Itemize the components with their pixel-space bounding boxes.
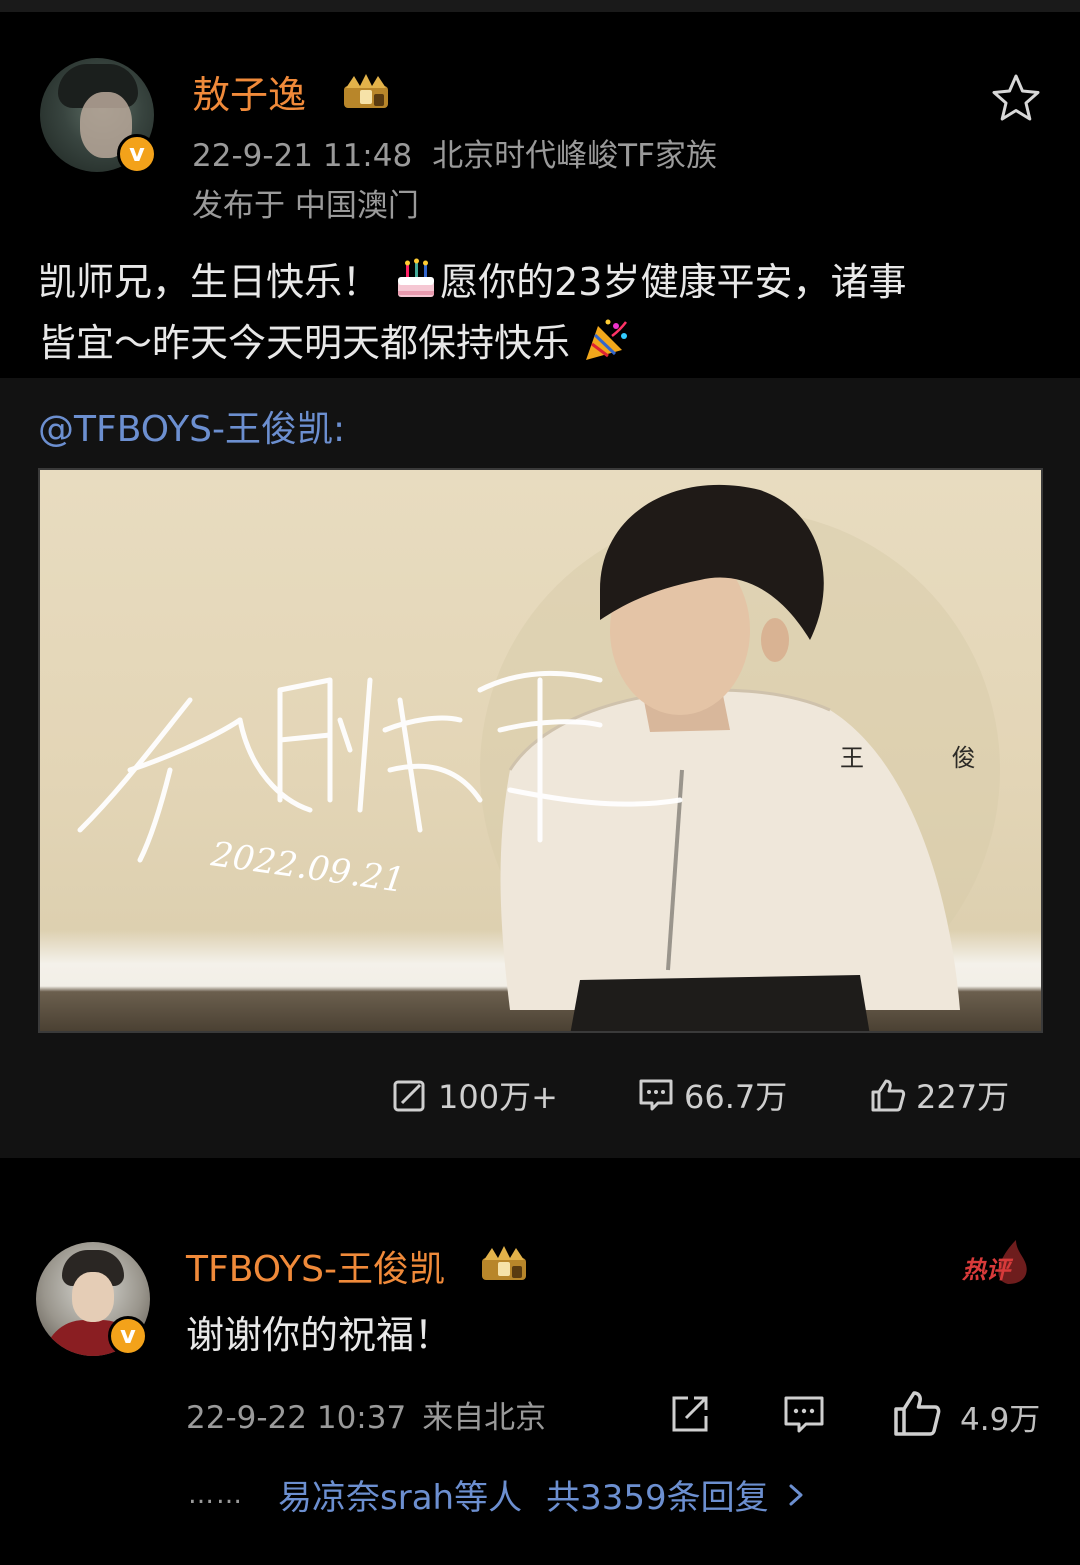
like-button[interactable]: 227万 <box>870 1070 1009 1120</box>
post-text-part3: 皆宜～昨天今天明天都保持快乐 <box>38 321 571 365</box>
hot-comment-badge: 热评 <box>962 1256 1010 1284</box>
comment-like-count: 4.9万 <box>960 1402 1041 1438</box>
comment-icon <box>639 1079 673 1111</box>
comment-count: 66.7万 <box>684 1078 788 1116</box>
verified-icon: v <box>117 134 157 174</box>
status-bar <box>0 0 1080 12</box>
comment-button[interactable]: 66.7万 <box>638 1070 787 1120</box>
party-popper-emoji <box>586 319 628 360</box>
thumbs-up-icon <box>871 1079 906 1112</box>
star-icon[interactable] <box>990 72 1042 124</box>
comment-timestamp: 22-9-22 10:37 <box>186 1400 407 1436</box>
share-icon[interactable] <box>668 1392 712 1436</box>
image-date: 2022.09.21 <box>208 834 407 901</box>
repost-icon <box>393 1080 425 1112</box>
hot-comment: v TFBOYS-王俊凯 热评 谢谢你的祝福！ 22-9-22 10:37 来自北… <box>0 1158 1080 1565</box>
post-meta: 22-9-21 11:48 北京时代峰峻TF家族 <box>192 130 717 175</box>
comment-meta: 22-9-22 10:37 来自北京 <box>186 1392 546 1437</box>
post-location: 发布于 中国澳门 <box>192 188 419 224</box>
replies-users: 易凉奈srah等人 <box>278 1478 523 1518</box>
comment-text: 谢谢你的祝福！ <box>186 1313 453 1357</box>
post-text-part2: 愿你的23岁健康平安，诸事 <box>440 260 907 304</box>
post-text: 凯师兄，生日快乐！ 愿你的23岁健康平安，诸事 皆宜～昨天今天明天都保持快乐 <box>38 252 1048 374</box>
post-text-part1: 凯师兄，生日快乐！ <box>38 260 381 304</box>
post-source: 北京时代峰峻TF家族 <box>432 138 717 174</box>
view-replies-link[interactable]: …… 易凉奈srah等人 共3359条回复 <box>188 1470 809 1519</box>
crown-icon <box>482 1246 526 1280</box>
weibo-post: v 敖子逸 22-9-21 11:48 北京时代峰峻TF家族 发布于 中国澳门 凯… <box>0 12 1080 1170</box>
mention-link[interactable]: @TFBOYS-王俊凯: <box>38 400 345 452</box>
comment-location: 来自北京 <box>422 1400 547 1436</box>
commenter-name[interactable]: TFBOYS-王俊凯 <box>186 1240 445 1292</box>
post-image[interactable]: 2022.09.21 王 俊 <box>38 468 1043 1033</box>
chevron-right-icon <box>789 1484 803 1505</box>
reply-icon[interactable] <box>782 1392 826 1436</box>
replies-ellipsis: …… <box>188 1479 244 1510</box>
birthday-cake-emoji <box>398 258 435 297</box>
like-count: 227万 <box>916 1078 1010 1116</box>
author-name[interactable]: 敖子逸 <box>192 64 306 119</box>
repost-block[interactable]: @TFBOYS-王俊凯: 2022.09.21 王 俊 100万+ 66.7万 … <box>0 378 1080 1170</box>
repost-button[interactable]: 100万+ <box>392 1070 558 1120</box>
replies-count: 共3359条回复 <box>546 1478 769 1518</box>
post-timestamp: 22-9-21 11:48 <box>192 138 413 174</box>
repost-count: 100万+ <box>438 1078 558 1116</box>
crown-icon <box>344 74 388 108</box>
verified-icon: v <box>108 1316 148 1356</box>
thumbs-up-icon[interactable] <box>892 1388 942 1438</box>
image-signature: 王 俊 <box>840 744 1016 772</box>
